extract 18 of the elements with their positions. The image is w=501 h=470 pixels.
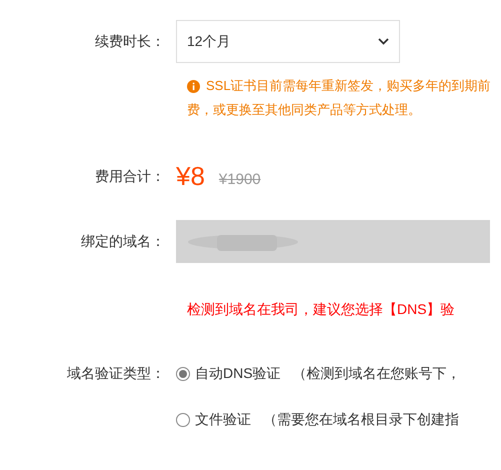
duration-select[interactable]: 12个月 [176, 20, 400, 63]
field-label: 域名验证类型： [66, 365, 166, 383]
notice-text: SSL证书目前需每年重新签发，购买多年的到期前 [206, 77, 491, 95]
field-label: 续费时长： [94, 32, 166, 50]
field-label: 绑定的域名： [80, 232, 166, 250]
warning-text: 检测到域名在我司，建议您选择【DNS】验 [187, 301, 455, 319]
radio-icon[interactable] [176, 367, 190, 381]
price: ¥8 [176, 161, 205, 192]
option-hint: （检测到域名在您账号下， [292, 365, 461, 383]
notice-text: 费，或更换至其他同类产品等方式处理。 [187, 101, 421, 119]
radio-option[interactable]: 文件验证 [176, 411, 251, 429]
chevron-down-icon [378, 38, 389, 45]
original-price: ¥1900 [218, 171, 261, 188]
field-label: 费用合计： [94, 168, 166, 186]
radio-icon[interactable] [176, 413, 190, 427]
option-hint: （需要您在域名根目录下创建指 [263, 411, 459, 429]
radio-option[interactable]: 自动DNS验证 [176, 365, 281, 383]
info-icon [187, 80, 200, 92]
